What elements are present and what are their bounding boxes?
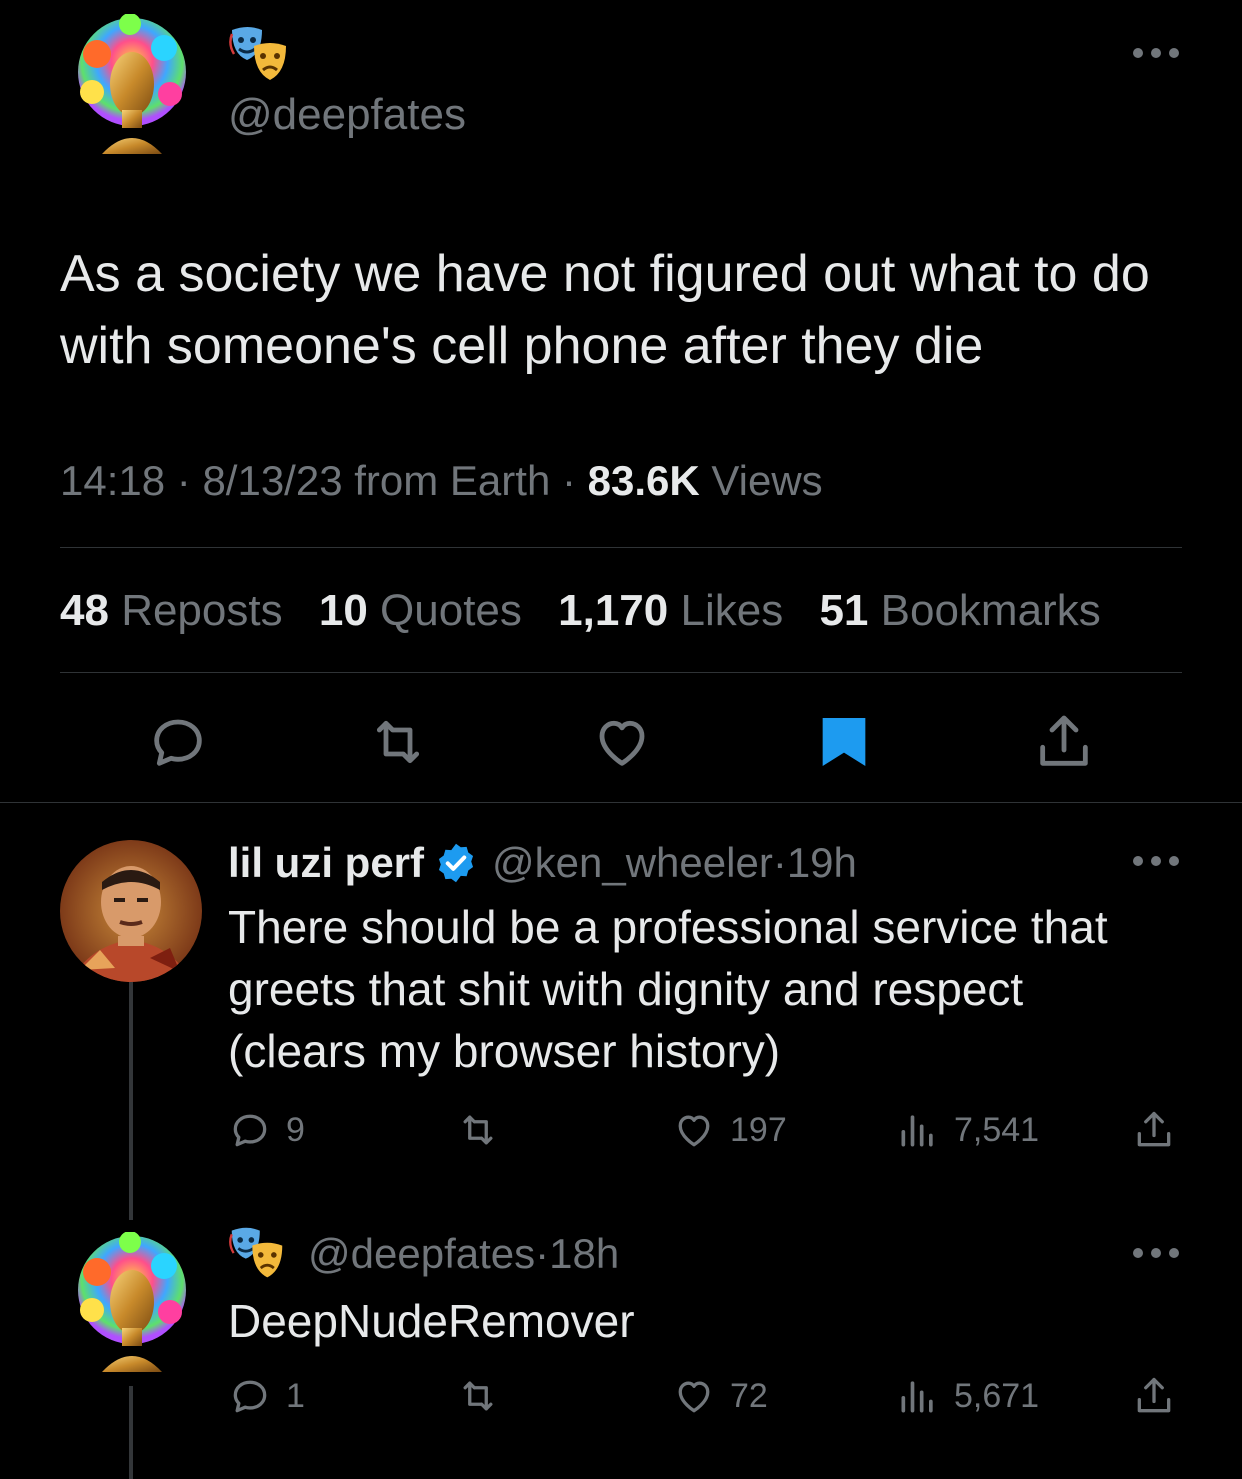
- reply-count: 1: [286, 1376, 305, 1415]
- views-icon: [901, 1115, 933, 1147]
- reply-text: There should be a professional service t…: [228, 896, 1188, 1082]
- like-button[interactable]: 197: [672, 1108, 787, 1152]
- views-count: 7,541: [954, 1110, 1040, 1149]
- reply-button[interactable]: [146, 710, 210, 774]
- like-count: 197: [730, 1110, 787, 1149]
- quotes-count: 10: [318, 586, 368, 635]
- share-button[interactable]: [1132, 1108, 1176, 1152]
- views-count: 5,671: [954, 1376, 1040, 1415]
- likes-label: Likes: [680, 586, 784, 635]
- repost-icon: [463, 1115, 493, 1145]
- reply-icon: [154, 719, 202, 766]
- reply-avatar[interactable]: [72, 1232, 192, 1372]
- like-button[interactable]: [590, 710, 654, 774]
- separator-dot: ·: [561, 457, 588, 504]
- share-icon: [1040, 715, 1088, 766]
- verified-badge-icon: [434, 841, 478, 885]
- reply-avatar[interactable]: [60, 840, 202, 982]
- heart-icon: [678, 1381, 710, 1413]
- tweet-time[interactable]: 14:18: [60, 457, 165, 504]
- reply-button[interactable]: 9: [228, 1108, 305, 1152]
- views-icon: [901, 1381, 933, 1413]
- reposts-label: Reposts: [121, 586, 283, 635]
- share-icon: [1137, 1377, 1171, 1413]
- bookmarks-label: Bookmarks: [880, 586, 1101, 635]
- tweet-date[interactable]: 8/13/23: [202, 457, 342, 504]
- reply-time[interactable]: 19h: [787, 839, 857, 887]
- reply-button[interactable]: 1: [228, 1374, 305, 1418]
- reply-icon: [233, 1114, 267, 1147]
- views-label: Views: [711, 457, 823, 504]
- likes-stat[interactable]: 1,170 Likes: [558, 586, 783, 635]
- like-count: 72: [730, 1376, 768, 1415]
- more-icon[interactable]: [1128, 38, 1184, 68]
- reposts-stat[interactable]: 48 Reposts: [60, 586, 283, 635]
- repost-button[interactable]: [456, 1374, 500, 1418]
- reply-count: 9: [286, 1110, 305, 1149]
- repost-button[interactable]: [366, 710, 430, 774]
- theater-masks-icon: [228, 24, 290, 86]
- quotes-stat[interactable]: 10 Quotes: [319, 586, 522, 635]
- repost-icon: [463, 1381, 493, 1411]
- reply-text-line: (clears my browser history): [228, 1025, 781, 1077]
- reply-text-line: There should be a professional service t…: [228, 901, 1108, 953]
- bookmark-button[interactable]: [812, 710, 876, 774]
- divider: [0, 802, 1242, 803]
- separator-dot: ·: [772, 839, 787, 886]
- heart-icon: [599, 720, 645, 766]
- tweet-source: from Earth: [354, 457, 551, 504]
- reply-header: @deepfates · 18h: [228, 1226, 619, 1282]
- display-name[interactable]: lil uzi perf: [228, 839, 424, 887]
- views-button[interactable]: 5,671: [896, 1374, 1039, 1418]
- tweet-meta: 14:18 · 8/13/23 from Earth · 83.6K Views: [60, 457, 823, 505]
- separator-dot: ·: [535, 1230, 550, 1277]
- thread-line: [129, 982, 133, 1220]
- share-icon: [1137, 1111, 1171, 1147]
- reply-handle[interactable]: @ken_wheeler: [492, 839, 773, 887]
- separator-dot: ·: [176, 457, 203, 504]
- tweet-text: As a society we have not figured out wha…: [60, 245, 1150, 375]
- bookmark-icon: [822, 718, 866, 766]
- bookmarks-count: 51: [819, 586, 869, 635]
- more-icon[interactable]: [1128, 1238, 1184, 1268]
- author-handle[interactable]: @deepfates: [228, 90, 466, 140]
- reply-text: DeepNudeRemover: [228, 1295, 635, 1347]
- engagement-stats: 48 Reposts 10 Quotes 1,170 Likes 51 Book…: [60, 586, 1125, 636]
- more-icon[interactable]: [1128, 846, 1184, 876]
- quotes-label: Quotes: [380, 586, 522, 635]
- reply-icon: [233, 1380, 267, 1413]
- divider: [60, 672, 1182, 673]
- theater-masks-icon: [228, 1225, 286, 1283]
- repost-icon: [376, 720, 420, 764]
- share-button[interactable]: [1132, 1374, 1176, 1418]
- reply-handle[interactable]: @deepfates: [308, 1230, 535, 1278]
- reply-header: lil uzi perf @ken_wheeler · 19h: [228, 838, 857, 888]
- repost-button[interactable]: [456, 1108, 500, 1152]
- heart-icon: [678, 1115, 710, 1147]
- views-count: 83.6K: [587, 457, 700, 504]
- views-button[interactable]: 7,541: [896, 1108, 1039, 1152]
- reply-time[interactable]: 18h: [549, 1230, 619, 1278]
- divider: [60, 547, 1182, 548]
- reply-text-line: greets that shit with dignity and respec…: [228, 963, 1024, 1015]
- bookmarks-stat[interactable]: 51 Bookmarks: [819, 586, 1100, 635]
- author-avatar[interactable]: [72, 14, 192, 154]
- likes-count: 1,170: [558, 586, 669, 635]
- thread-line: [129, 1386, 133, 1479]
- reposts-count: 48: [60, 586, 109, 635]
- like-button[interactable]: 72: [672, 1374, 768, 1418]
- share-button[interactable]: [1032, 710, 1096, 774]
